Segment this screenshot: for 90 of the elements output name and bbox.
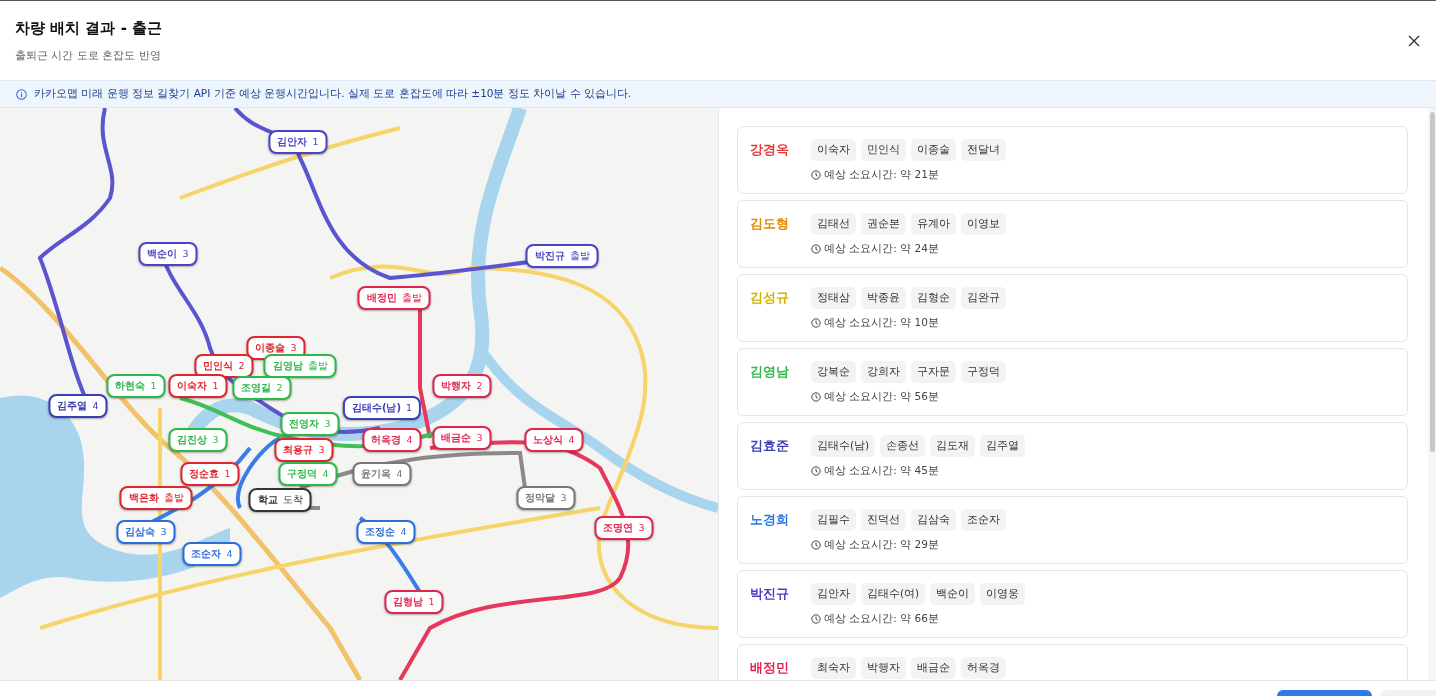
passenger-chip: 김태수(남)	[811, 435, 876, 457]
passenger-chip: 최숙자	[811, 657, 856, 679]
route-map[interactable]: 김안자 1 백순이 3 박진규 출발 배정민 출발 이종술 3 민인식 2 김영남 출발 하현숙 1 이숙자 1 조영길 2 박행자 2 김주열 4 김태수(남) 1 전영자 3 김진상 3 허옥경 4 배금순 3 노상식 4 최용규 3 정순효 1 구정덕 4 윤기옥 4 백은화 출발 학교 도착 정막달 3 김삼숙 3 조정순 4 조명연 3 조순자 4 김형남 1	[0, 108, 719, 680]
passenger-chip: 정태삼	[811, 287, 856, 309]
clock-icon	[811, 318, 821, 328]
passenger-chip: 조순자	[961, 509, 1006, 531]
clock-icon	[811, 392, 821, 402]
passenger-chip: 강희자	[861, 361, 906, 383]
map-marker[interactable]: 김태수(남) 1	[342, 396, 422, 420]
map-marker[interactable]: 조정순 4	[356, 520, 416, 544]
travel-time: 예상 소요시간: 약 29분	[824, 538, 939, 552]
map-marker[interactable]: 노상식 4	[524, 428, 584, 452]
dialog-title: 차량 배치 결과 - 출근	[15, 18, 163, 38]
passenger-chip: 유계아	[911, 213, 956, 235]
passenger-chip: 강복순	[811, 361, 856, 383]
passenger-chip: 김형순	[911, 287, 956, 309]
passenger-chip: 민인식	[861, 139, 906, 161]
map-marker[interactable]: 배금순 3	[432, 426, 492, 450]
map-marker[interactable]: 김주열 4	[48, 394, 108, 418]
passenger-chip: 김안자	[811, 583, 856, 605]
clock-icon	[811, 614, 821, 624]
passenger-chip: 구정덕	[961, 361, 1006, 383]
map-marker[interactable]: 조순자 4	[182, 542, 242, 566]
passenger-chip: 박종윤	[861, 287, 906, 309]
passenger-chip: 김태선	[811, 213, 856, 235]
driver-name: 박진규	[750, 585, 790, 603]
map-marker[interactable]: 전영자 3	[280, 412, 340, 436]
map-marker[interactable]: 최용규 3	[274, 438, 334, 462]
map-marker[interactable]: 배정민 출발	[357, 286, 431, 310]
passenger-chip: 배금순	[911, 657, 956, 679]
map-marker[interactable]: 박행자 2	[432, 374, 492, 398]
travel-time: 예상 소요시간: 약 10분	[824, 316, 939, 330]
driver-name: 김영남	[750, 363, 790, 381]
map-marker[interactable]: 박진규 출발	[525, 244, 599, 268]
passenger-chip: 김도재	[930, 435, 976, 457]
passenger-chip: 이영보	[961, 213, 1006, 235]
passenger-chip: 이숙자	[811, 139, 856, 161]
clock-icon	[811, 244, 821, 254]
map-marker[interactable]: 백순이 3	[138, 242, 198, 266]
notice-text: 카카오맵 미래 운행 정보 길찾기 API 기준 예상 운행시간입니다. 실제 도로 혼잡도에 따라 ±10분 정도 차이날 수 있습니다.	[34, 87, 632, 101]
map-marker[interactable]: 윤기옥 4	[352, 462, 412, 486]
passenger-chip: 전달녀	[961, 139, 1006, 161]
travel-time: 예상 소요시간: 약 45분	[824, 464, 939, 478]
passenger-chip: 허옥경	[961, 657, 1006, 679]
scrollbar[interactable]	[1428, 108, 1436, 680]
passenger-chip: 이영웅	[980, 583, 1026, 605]
map-marker[interactable]: 학교 도착	[248, 488, 312, 512]
travel-time: 예상 소요시간: 약 56분	[824, 390, 939, 404]
info-icon	[16, 88, 27, 100]
clock-icon	[811, 170, 821, 180]
passenger-chip: 박행자	[861, 657, 906, 679]
travel-time: 예상 소요시간: 약 24분	[824, 242, 939, 256]
driver-name: 노경희	[750, 511, 790, 529]
driver-name: 강경옥	[750, 141, 790, 159]
map-marker[interactable]: 하현숙 1	[106, 374, 166, 398]
map-marker[interactable]: 이숙자 1	[168, 374, 228, 398]
map-marker[interactable]: 허옥경 4	[362, 428, 422, 452]
passenger-chip: 이종술	[911, 139, 956, 161]
map-marker[interactable]: 백은화 출발	[119, 486, 193, 510]
passenger-chip: 김완규	[961, 287, 1006, 309]
map-marker[interactable]: 조영길 2	[232, 376, 292, 400]
passenger-chip: 구자문	[911, 361, 956, 383]
map-marker[interactable]: 김형남 1	[384, 590, 444, 614]
driver-name: 김성규	[750, 289, 790, 307]
passenger-chip: 손종선	[880, 435, 926, 457]
dialog-subtitle: 출퇴근 시간 도로 혼잡도 반영	[15, 47, 162, 63]
passenger-chip: 김필수	[811, 509, 856, 531]
map-marker[interactable]: 김안자 1	[268, 130, 328, 154]
passenger-chip: 백순이	[930, 583, 976, 605]
passenger-chip: 권순본	[861, 213, 906, 235]
map-marker[interactable]: 구정덕 4	[278, 462, 338, 486]
map-marker[interactable]: 조명연 3	[594, 516, 654, 540]
travel-time: 예상 소요시간: 약 21분	[824, 168, 939, 182]
passenger-chip: 김삼숙	[911, 509, 956, 531]
driver-name: 김도형	[750, 215, 790, 233]
map-marker[interactable]: 정막달 3	[516, 486, 576, 510]
passenger-chip: 김태수(여)	[861, 583, 926, 605]
map-marker[interactable]: 김영남 출발	[263, 354, 337, 378]
map-marker[interactable]: 김삼숙 3	[116, 520, 176, 544]
map-marker[interactable]: 정순효 1	[180, 462, 240, 486]
travel-time: 예상 소요시간: 약 66분	[824, 612, 939, 626]
clock-icon	[811, 466, 821, 476]
map-marker[interactable]: 김진상 3	[168, 428, 228, 452]
driver-name: 김효준	[750, 437, 790, 455]
close-icon	[1408, 34, 1420, 47]
passenger-chip: 진덕선	[861, 509, 906, 531]
scrollbar-thumb[interactable]	[1429, 112, 1435, 452]
driver-name: 배정민	[750, 659, 790, 677]
clock-icon	[811, 540, 821, 550]
passenger-chip: 김주열	[980, 435, 1026, 457]
